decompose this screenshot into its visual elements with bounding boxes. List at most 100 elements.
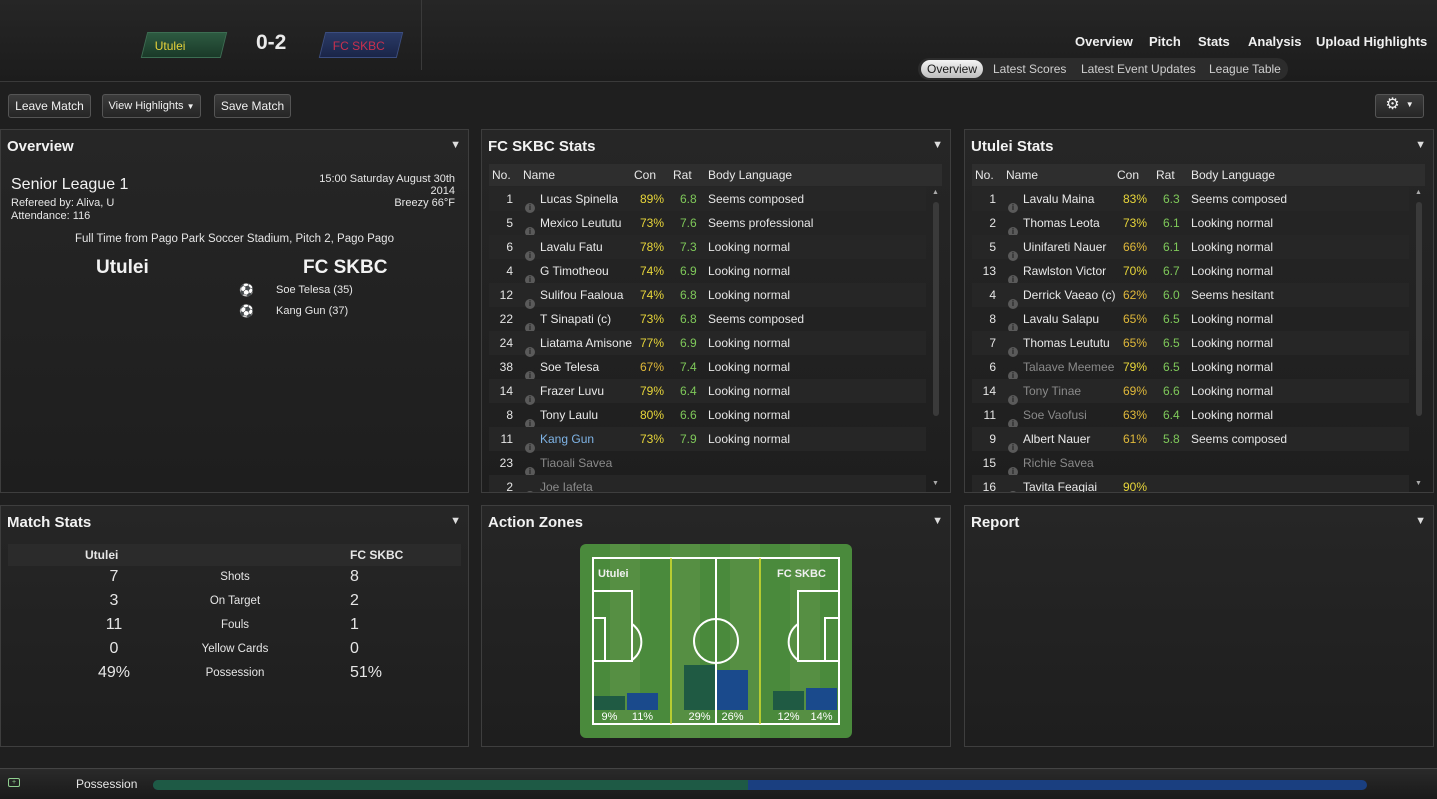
table-row[interactable]: 11 i Kang Gun 73% 7.9 Looking normal [489, 427, 926, 453]
table-row[interactable]: 11 i Soe Vaofusi 63% 6.4 Looking normal [972, 403, 1409, 429]
player-name[interactable]: Tony Laulu [540, 403, 598, 427]
league-name[interactable]: Senior League 1 [11, 176, 128, 194]
player-name[interactable]: Soe Vaofusi [1023, 403, 1087, 427]
col-no[interactable]: No. [975, 168, 994, 182]
view-highlights-button[interactable]: View Highlights ▼ [102, 94, 201, 118]
scrollbar[interactable] [933, 202, 939, 416]
nav-overview[interactable]: Overview [1075, 34, 1133, 49]
player-name[interactable]: G Timotheou [540, 259, 609, 283]
player-name[interactable]: Liatama Amisone [540, 331, 632, 355]
table-row[interactable]: 12 i Sulifou Faaloua 74% 6.8 Looking normal [489, 283, 926, 309]
table-row[interactable]: 8 i Lavalu Salapu 65% 6.5 Looking normal [972, 307, 1409, 333]
subnav-latest-event-updates[interactable]: Latest Event Updates [1081, 62, 1196, 76]
player-name[interactable]: Sulifou Faaloua [540, 283, 623, 307]
col-rat[interactable]: Rat [673, 168, 692, 182]
home-team-name[interactable]: Utulei [96, 257, 149, 279]
player-name[interactable]: Rawlston Victor [1023, 259, 1106, 283]
col-con[interactable]: Con [1117, 168, 1139, 182]
subnav-overview[interactable]: Overview [921, 60, 983, 78]
nav-analysis[interactable]: Analysis [1248, 34, 1301, 49]
scroll-down-icon[interactable]: ▼ [932, 480, 939, 487]
nav-upload-highlights[interactable]: Upload Highlights [1316, 34, 1427, 49]
info-icon[interactable]: i [1008, 482, 1018, 492]
panel-menu-icon[interactable]: ▼ [450, 515, 461, 527]
table-row[interactable]: 15 i Richie Savea [972, 451, 1409, 477]
col-rat[interactable]: Rat [1156, 168, 1175, 182]
table-row[interactable]: 38 i Soe Telesa 67% 7.4 Looking normal [489, 355, 926, 381]
table-row[interactable]: 6 i Lavalu Fatu 78% 7.3 Looking normal [489, 235, 926, 261]
table-row[interactable]: 1 i Lavalu Maina 83% 6.3 Seems composed [972, 187, 1409, 213]
table-row[interactable]: 9 i Albert Nauer 61% 5.8 Seems composed [972, 427, 1409, 453]
player-name[interactable]: Lavalu Salapu [1023, 307, 1099, 331]
player-name[interactable]: Uinifareti Nauer [1023, 235, 1106, 259]
info-icon[interactable]: i [525, 482, 535, 492]
table-row[interactable]: 16 i Tavita Feagiai 90% [972, 475, 1409, 492]
away-team-name[interactable]: FC SKBC [303, 257, 387, 279]
expand-icon[interactable]: + [8, 778, 20, 787]
scroll-up-icon[interactable]: ▲ [932, 189, 939, 196]
subnav-latest-scores[interactable]: Latest Scores [993, 62, 1066, 76]
player-name[interactable]: Talaave Meemee [1023, 355, 1114, 379]
player-name[interactable]: Richie Savea [1023, 451, 1094, 475]
panel-menu-icon[interactable]: ▼ [932, 515, 943, 527]
table-row[interactable]: 1 i Lucas Spinella 89% 6.8 Seems composed [489, 187, 926, 213]
player-name[interactable]: Lavalu Fatu [540, 235, 603, 259]
goal-scorer[interactable]: Kang Gun (37) [276, 305, 348, 317]
table-row[interactable]: 14 i Frazer Luvu 79% 6.4 Looking normal [489, 379, 926, 405]
player-name[interactable]: Tony Tinae [1023, 379, 1081, 403]
table-row[interactable]: 2 i Joe Iafeta [489, 475, 926, 492]
panel-menu-icon[interactable]: ▼ [1415, 515, 1426, 527]
save-match-button[interactable]: Save Match [214, 94, 291, 118]
player-name[interactable]: Soe Telesa [540, 355, 599, 379]
table-row[interactable]: 2 i Thomas Leota 73% 6.1 Looking normal [972, 211, 1409, 237]
scrollbar[interactable] [1416, 202, 1422, 416]
table-row[interactable]: 13 i Rawlston Victor 70% 6.7 Looking normal [972, 259, 1409, 285]
col-no[interactable]: No. [492, 168, 511, 182]
player-name[interactable]: Thomas Leututu [1023, 331, 1110, 355]
table-row[interactable]: 8 i Tony Laulu 80% 6.6 Looking normal [489, 403, 926, 429]
player-name[interactable]: Frazer Luvu [540, 379, 604, 403]
scroll-up-icon[interactable]: ▲ [1415, 189, 1422, 196]
player-name[interactable]: T Sinapati (c) [540, 307, 611, 331]
nav-pitch[interactable]: Pitch [1149, 34, 1181, 49]
player-name[interactable]: Kang Gun [540, 427, 594, 451]
table-row[interactable]: 24 i Liatama Amisone 77% 6.9 Looking normal [489, 331, 926, 357]
panel-menu-icon[interactable]: ▼ [450, 139, 461, 151]
nav-stats[interactable]: Stats [1198, 34, 1230, 49]
goal-scorer[interactable]: Soe Telesa (35) [276, 284, 353, 296]
player-name[interactable]: Tavita Feagiai [1023, 475, 1097, 492]
player-name[interactable]: Tiaoali Savea [540, 451, 612, 475]
player-condition: 67% [640, 360, 665, 374]
player-name[interactable]: Joe Iafeta [540, 475, 593, 492]
player-name[interactable]: Thomas Leota [1023, 211, 1100, 235]
panel-menu-icon[interactable]: ▼ [932, 139, 943, 151]
player-name[interactable]: Albert Nauer [1023, 427, 1090, 451]
table-row[interactable]: 4 i Derrick Vaeao (c) 62% 6.0 Seems hesitant [972, 283, 1409, 309]
table-row[interactable]: 4iG Timotheou 74% 6.9 Looking normal [489, 259, 926, 285]
home-team-badge[interactable]: Utulei [140, 32, 228, 58]
player-name[interactable]: Derrick Vaeao (c) [1023, 283, 1115, 307]
player-condition: 74% [640, 264, 665, 278]
possession-label: Possession [76, 777, 138, 791]
table-row[interactable]: 5 i Uinifareti Nauer 66% 6.1 Looking normal [972, 235, 1409, 261]
table-row[interactable]: 5 i Mexico Leututu 73% 7.6 Seems professional [489, 211, 926, 237]
panel-menu-icon[interactable]: ▼ [1415, 139, 1426, 151]
player-name[interactable]: Mexico Leututu [540, 211, 621, 235]
table-row[interactable]: 23 i Tiaoali Savea [489, 451, 926, 477]
col-name[interactable]: Name [1006, 168, 1038, 182]
leave-match-button[interactable]: Leave Match [8, 94, 91, 118]
col-body-language[interactable]: Body Language [1191, 168, 1275, 182]
player-name[interactable]: Lavalu Maina [1023, 187, 1094, 211]
col-con[interactable]: Con [634, 168, 656, 182]
settings-button[interactable]: ⚙ ▼ [1375, 94, 1424, 118]
subnav-league-table[interactable]: League Table [1209, 62, 1281, 76]
col-name[interactable]: Name [523, 168, 555, 182]
table-row[interactable]: 7 i Thomas Leututu 65% 6.5 Looking normal [972, 331, 1409, 357]
scroll-down-icon[interactable]: ▼ [1415, 480, 1422, 487]
col-body-language[interactable]: Body Language [708, 168, 792, 182]
table-row[interactable]: 22 i T Sinapati (c) 73% 6.8 Seems composed [489, 307, 926, 333]
player-name[interactable]: Lucas Spinella [540, 187, 618, 211]
away-team-badge[interactable]: FC SKBC [318, 32, 404, 58]
table-row[interactable]: 14 i Tony Tinae 69% 6.6 Looking normal [972, 379, 1409, 405]
table-row[interactable]: 6 i Talaave Meemee 79% 6.5 Looking normal [972, 355, 1409, 381]
